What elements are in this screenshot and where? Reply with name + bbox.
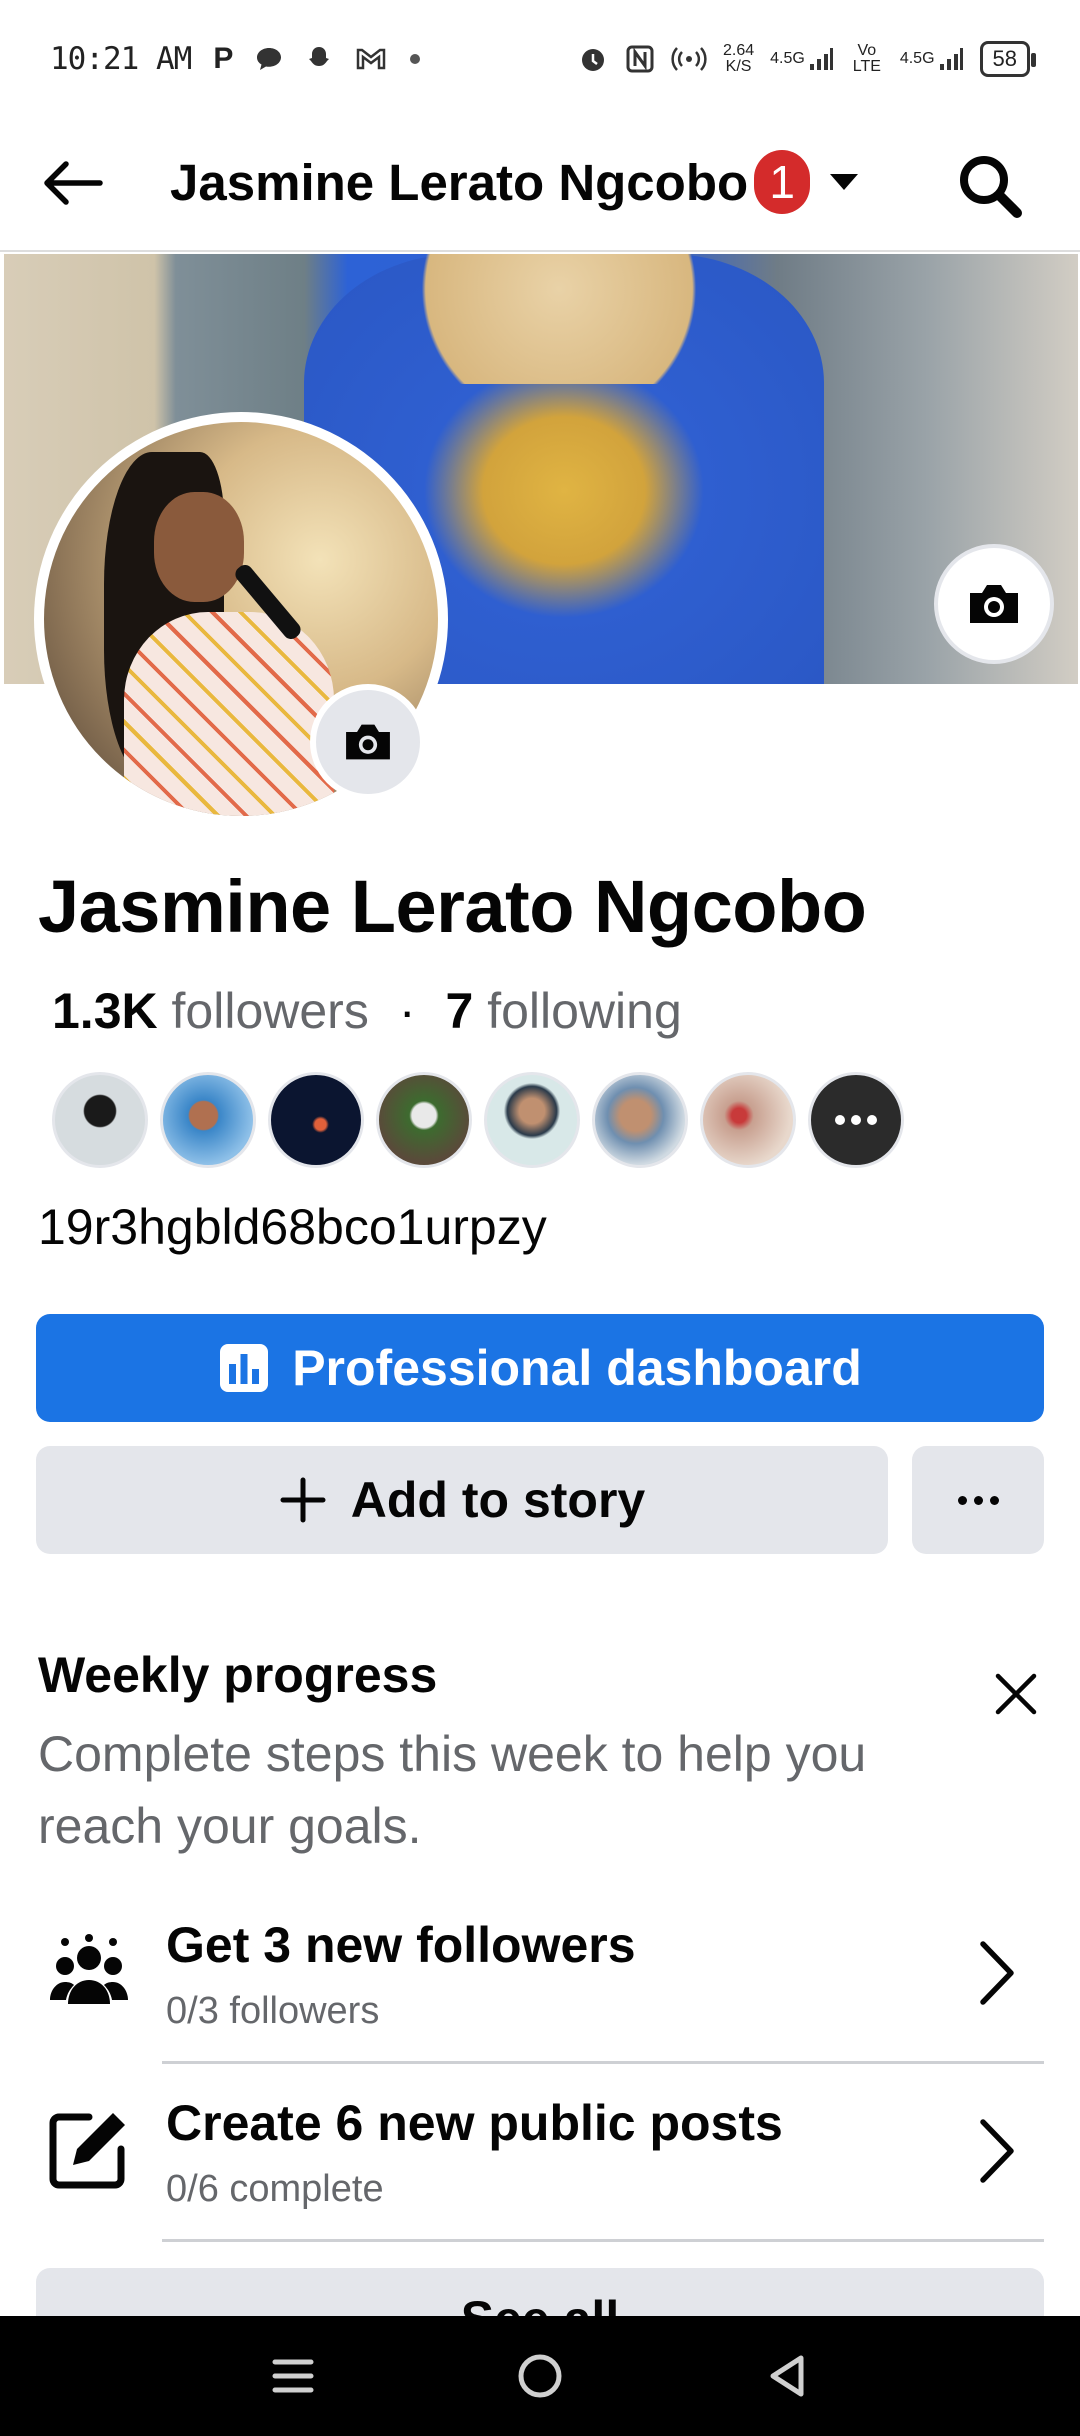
close-weekly-progress-button[interactable] [976,1654,1056,1734]
more-options-button[interactable] [912,1446,1044,1554]
status-right: 2.64 K/S 4.5G Vo LTE 4.5G 58 [577,41,1037,77]
triangle-back-icon [770,2355,804,2397]
followers-link[interactable]: 1.3K followers [52,982,369,1040]
hotspot-icon [671,44,707,74]
more-dot [851,1115,861,1125]
ellipsis-dot [973,1495,983,1505]
status-time: 10:21 AM [50,41,192,77]
recent-apps-button[interactable] [253,2336,333,2416]
more-dot [835,1115,845,1125]
profile-bio: 19r3hgbld68bco1urpzy [38,1199,547,1255]
battery-level: 58 [992,46,1017,71]
following-count: 7 [445,983,474,1039]
plus-icon [280,1477,326,1523]
task-subtitle: 0/3 followers [166,1990,380,2032]
ellipsis-dot [957,1495,967,1505]
close-icon [995,1673,1037,1715]
add-to-story-label: Add to story [350,1472,646,1528]
follower-avatars [52,1072,904,1168]
profile-name: Jasmine Lerato Ngcobo [38,865,867,948]
more-notifications-dot-icon [409,53,421,65]
chevron-right-icon [962,1938,1032,2008]
follower-avatar[interactable] [52,1072,148,1168]
back-button[interactable] [38,148,108,218]
p-notification-icon: P [213,42,234,75]
people-icon [44,1926,134,2016]
task-subtitle: 0/6 complete [166,2168,384,2210]
follower-avatar[interactable] [484,1072,580,1168]
more-dot [867,1115,877,1125]
divider [162,2239,1044,2242]
header-title: Jasmine Lerato Ngcobo [170,153,749,211]
professional-dashboard-label: Professional dashboard [292,1340,862,1396]
profile-picture-face [154,492,244,602]
arrow-left-icon [44,161,103,205]
task-item[interactable]: Get 3 new followers 0/3 followers [0,1888,1080,2064]
edit-profile-picture-button[interactable] [310,684,426,800]
follower-avatar[interactable] [268,1072,364,1168]
weekly-progress-description: Complete steps this week to help you rea… [38,1726,867,1854]
network-speed: 2.64 K/S [723,42,755,75]
task-item[interactable]: Create 6 new public posts 0/6 complete [0,2066,1080,2242]
home-button[interactable] [500,2336,580,2416]
camera-icon [970,585,1018,623]
battery-icon: 58 [979,41,1037,77]
following-label: following [487,983,682,1039]
signal-2-icon: 4.5G [900,46,964,72]
chat-notification-icon [255,46,283,72]
divider [162,2061,1044,2064]
task-title: Get 3 new followers [166,1917,636,1973]
followers-label: followers [171,983,369,1039]
system-navigation-bar [0,2316,1080,2436]
home-circle-icon [518,2354,562,2398]
cover-photo-hair [394,254,724,384]
edit-icon [44,2104,134,2194]
chevron-right-icon [962,2116,1032,2186]
search-button[interactable] [950,146,1030,226]
signal-1-icon: 4.5G [770,46,834,72]
bar-chart-icon [220,1344,269,1392]
profile-picture-dress [124,612,334,816]
profile-stats: 1.3K followers · 7 following [52,982,682,1040]
chevron-down-icon [830,174,859,190]
menu-icon [272,2359,314,2393]
add-to-story-button[interactable]: Add to story [36,1446,888,1554]
alarm-icon [577,43,609,75]
follower-avatar[interactable] [160,1072,256,1168]
camera-icon [346,724,390,760]
edit-cover-photo-button[interactable] [934,544,1054,664]
follower-avatar[interactable] [700,1072,796,1168]
follower-avatar[interactable] [592,1072,688,1168]
gmail-icon [355,47,387,71]
weekly-progress-title: Weekly progress [38,1647,438,1703]
search-icon [960,156,1022,218]
stats-separator: · [398,983,416,1039]
status-bar: 10:21 AM P 2.64 K/S 4.5G Vo LTE 4.5G 58 [0,0,1080,118]
task-title: Create 6 new public posts [166,2095,783,2151]
profile-switcher[interactable]: Jasmine Lerato Ngcobo 1 [170,150,859,214]
snapchat-icon [305,45,333,73]
followers-count: 1.3K [52,983,158,1039]
more-followers-button[interactable] [808,1072,904,1168]
status-left: 10:21 AM P [50,41,421,77]
ellipsis-dot [989,1495,999,1505]
following-link[interactable]: 7 following [445,982,681,1040]
nfc-icon [625,44,655,74]
app-header: Jasmine Lerato Ngcobo 1 [0,118,1080,252]
follower-avatar[interactable] [376,1072,472,1168]
notification-badge: 1 [754,150,811,214]
professional-dashboard-button[interactable]: Professional dashboard [36,1314,1044,1422]
back-nav-button[interactable] [747,2336,827,2416]
volte-indicator: Vo LTE [852,42,881,75]
